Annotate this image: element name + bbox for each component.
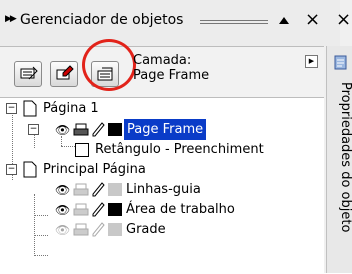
eye-icon[interactable]: 👁 bbox=[55, 180, 70, 201]
collapse-toggle[interactable]: − bbox=[6, 103, 17, 114]
layer-color-swatch bbox=[108, 203, 122, 216]
printer-icon-disabled[interactable] bbox=[73, 223, 89, 237]
object-manager-window: ▶▶ Gerenciador de objetos × × Camada: Pa… bbox=[0, 0, 352, 274]
properties-icon bbox=[334, 55, 347, 70]
tree-layer-page-frame[interactable]: − 👁 Page Frame bbox=[28, 119, 318, 140]
pencil-icon[interactable] bbox=[91, 182, 105, 198]
printer-icon-disabled[interactable] bbox=[73, 203, 89, 217]
tree-connector bbox=[61, 146, 75, 147]
tree-object-rectangle[interactable]: Retângulo - Preenchiment bbox=[75, 139, 320, 160]
close-icon[interactable]: × bbox=[305, 9, 320, 30]
expand-arrows-icon[interactable]: ▶▶ bbox=[5, 14, 17, 24]
grip-line bbox=[200, 20, 268, 21]
pencil-icon[interactable] bbox=[91, 202, 105, 218]
object-label: Retângulo - Preenchiment bbox=[95, 142, 264, 157]
layer-color-swatch bbox=[108, 183, 122, 196]
object-properties-tab-label: Propriedades do objeto bbox=[338, 82, 352, 233]
tree-layer-grid[interactable]: 👁 Grade bbox=[28, 219, 318, 240]
layer-label: Page Frame bbox=[124, 119, 207, 140]
object-properties-tab[interactable]: Propriedades do objeto bbox=[326, 46, 352, 273]
page-label: Página 1 bbox=[43, 101, 99, 116]
pencil-icon-disabled[interactable] bbox=[91, 222, 105, 238]
printer-icon-disabled[interactable] bbox=[73, 183, 89, 197]
close-icon-2[interactable]: × bbox=[336, 9, 351, 30]
collapse-toggle[interactable]: − bbox=[28, 124, 39, 135]
current-layer-info: Camada: Page Frame bbox=[133, 53, 209, 83]
eye-icon[interactable]: 👁 bbox=[55, 120, 70, 141]
layer-color-swatch bbox=[108, 223, 122, 236]
layer-value: Page Frame bbox=[133, 68, 210, 83]
tree-page-1[interactable]: − Página 1 bbox=[6, 98, 306, 119]
layer-label: Linhas-guia bbox=[126, 182, 201, 197]
show-properties-button[interactable] bbox=[14, 61, 42, 87]
highlight-circle bbox=[82, 39, 136, 91]
eye-icon-disabled[interactable]: 👁 bbox=[55, 220, 70, 241]
edit-layers-icon bbox=[56, 65, 74, 80]
grip-line bbox=[200, 23, 268, 24]
layer-label: Grade bbox=[126, 222, 166, 237]
panel-toolbar: Camada: Page Frame ▶ bbox=[0, 39, 324, 98]
layer-color-swatch bbox=[108, 123, 122, 136]
tree-layer-desktop[interactable]: 👁 Área de trabalho bbox=[28, 199, 318, 220]
window-title: Gerenciador de objetos bbox=[20, 12, 184, 28]
rectangle-icon bbox=[75, 143, 89, 157]
collapse-up-icon[interactable] bbox=[279, 17, 289, 24]
layers-properties-icon bbox=[20, 66, 38, 80]
master-page-label: Principal Página bbox=[43, 162, 146, 177]
tree-master-page[interactable]: − Principal Página bbox=[6, 159, 306, 180]
pencil-icon[interactable] bbox=[91, 122, 105, 138]
title-bar[interactable]: ▶▶ Gerenciador de objetos × × bbox=[0, 0, 351, 46]
layer-caption: Camada: bbox=[133, 53, 192, 68]
printer-icon[interactable] bbox=[73, 123, 89, 137]
object-manager-panel: Camada: Page Frame ▶ − Página 1 − 👁 Page… bbox=[0, 39, 324, 274]
tree-connector bbox=[34, 255, 48, 256]
object-tree: − Página 1 − 👁 Page Frame Retângulo - Pr… bbox=[0, 98, 324, 274]
edit-across-layers-button[interactable] bbox=[50, 61, 78, 87]
tree-layer-guides[interactable]: 👁 Linhas-guia bbox=[28, 179, 318, 200]
page-icon bbox=[23, 100, 37, 117]
page-icon bbox=[23, 161, 37, 178]
eye-icon[interactable]: 👁 bbox=[55, 200, 70, 221]
flyout-menu-button[interactable]: ▶ bbox=[305, 55, 318, 68]
collapse-toggle[interactable]: − bbox=[6, 164, 17, 175]
layer-label: Área de trabalho bbox=[126, 202, 235, 217]
